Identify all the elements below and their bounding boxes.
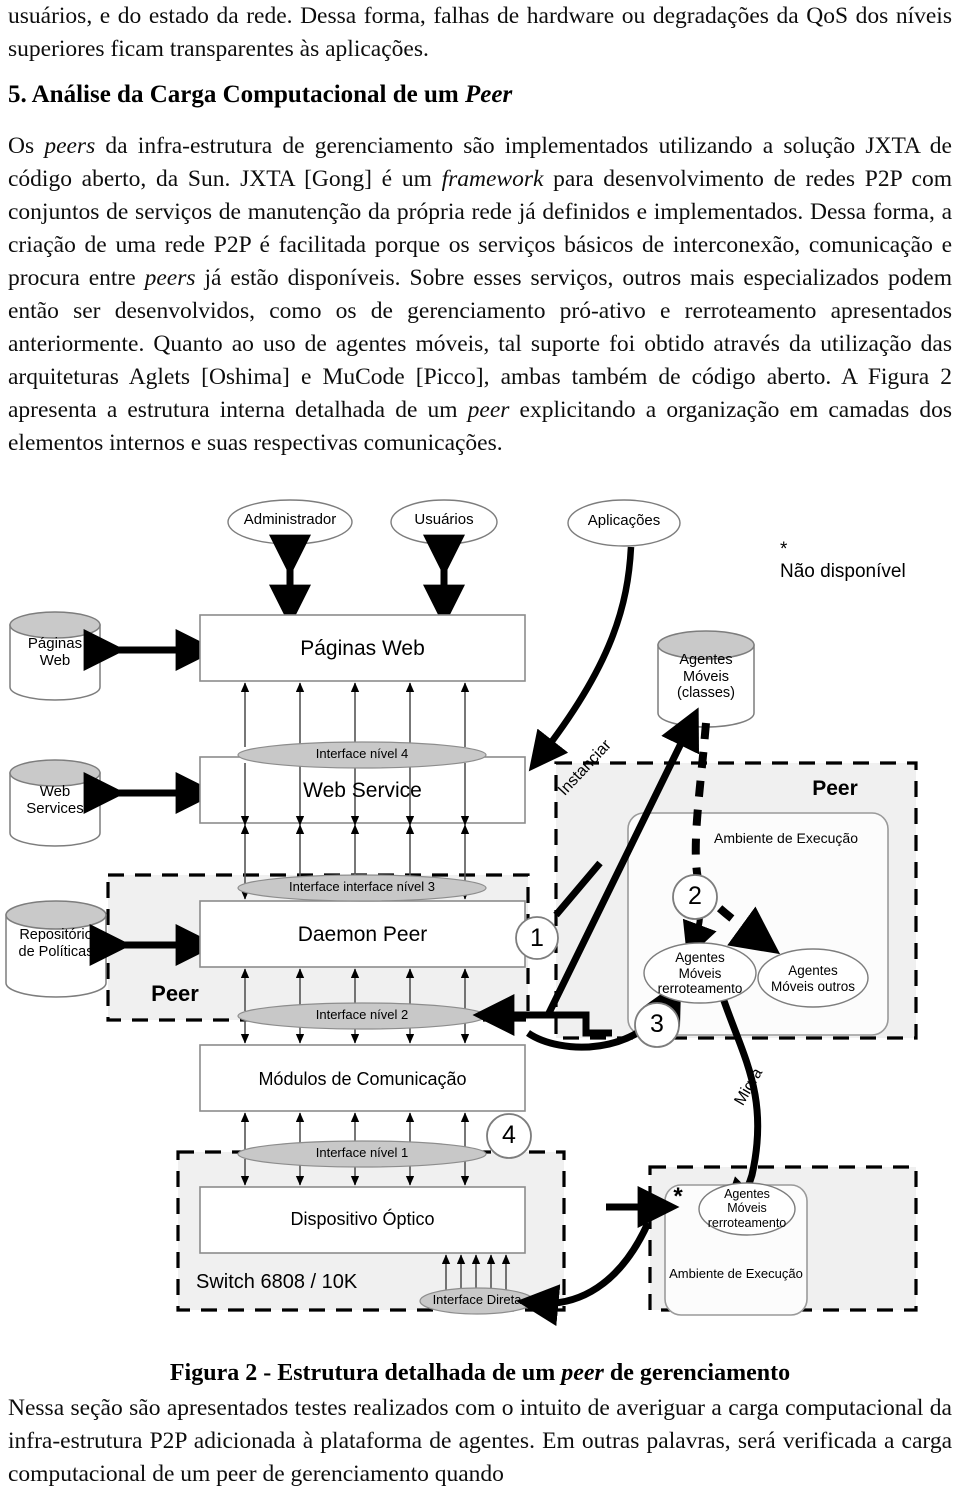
paragraph-body: Os peers da infra-estrutura de gerenciam… [8, 130, 952, 460]
legend-unavailable: * Não disponível [780, 517, 960, 583]
body-italic-1: peers [44, 133, 96, 159]
body-italic-2: framework [441, 166, 544, 192]
figure-caption: Figura 2 - Estrutura detalhada de um pee… [8, 1358, 952, 1388]
box-label-daemon-peer: Daemon Peer [297, 923, 428, 946]
body-seg-1: Os [8, 133, 45, 159]
figure-caption-part-1: Figura 2 - Estrutura detalhada de um [169, 1360, 562, 1386]
interface-label-nivel-4: Interface nível 4 [315, 746, 409, 761]
box-label-dispositivo-optico: Dispositivo Óptico [290, 1209, 435, 1229]
actor-administrador-label: Administrador [243, 511, 337, 528]
peer-label-right: Peer [812, 777, 858, 800]
step-marker-1: 1 [530, 924, 544, 952]
section-title: Análise da Carga Computacional de um [31, 81, 465, 108]
peer-label-left: Peer [151, 981, 199, 1006]
box-label-web-service: Web Service [303, 779, 422, 802]
cylinder-label-agentes-moveis-classes: Agentes Móveis (classes) [676, 652, 735, 702]
section-number: 5. [8, 81, 27, 108]
step-marker-2: 2 [688, 882, 702, 910]
paragraph-bottom: Nessa seção são apresentados testes real… [8, 1392, 952, 1491]
section-title-italic: Peer [465, 81, 513, 108]
figure-peer-structure: Administrador Usuários Aplicações * Não … [0, 495, 960, 1335]
interface-label-nivel-2: Interface nível 2 [315, 1007, 409, 1022]
cylinder-label-web-services: Web Services [26, 783, 84, 818]
interface-label-nivel-1: Interface nível 1 [315, 1145, 409, 1160]
figure-caption-italic: peer [561, 1360, 604, 1386]
arrow-aplicacoes-to-interface4 [528, 546, 635, 772]
actor-usuarios-label: Usuários [414, 511, 474, 528]
paragraph-bottom-text: Nessa seção são apresentados testes real… [8, 1395, 952, 1487]
actor-aplicacoes-label: Aplicações [587, 512, 661, 529]
paragraph-top: usuários, e do estado da rede. Dessa for… [8, 0, 952, 66]
box-label-modulos-comunicacao: Módulos de Comunicação [258, 1069, 467, 1089]
cylinder-label-repositorio-politicas: Repositório de Políticas [18, 927, 94, 960]
body-italic-3: peers [144, 265, 196, 291]
switch-label: Switch 6808 / 10K [196, 1271, 358, 1293]
agent-label-rerroteamento-bottom: Agentes Móveis rerroteamento [707, 1187, 787, 1230]
agent-label-outros: Agentes Móveis outros [770, 963, 856, 994]
step-marker-4: 4 [502, 1121, 516, 1149]
legend-text: Não disponível [780, 560, 906, 582]
body-italic-4: peer [467, 397, 510, 423]
interface-label-nivel-3: Interface interface nível 3 [289, 879, 435, 894]
legend-marker-icon: * [780, 538, 788, 560]
figure-caption-part-2: de gerenciamento [603, 1360, 791, 1386]
unavailable-marker-icon: * [673, 1183, 683, 1210]
cylinder-label-paginas-web: Páginas Web [27, 635, 83, 670]
ambiente-execucao-label-top: Ambiente de Execução [714, 830, 858, 846]
ambiente-execucao-label-bottom: Ambiente de Execução [669, 1266, 803, 1281]
paragraph-top-text: usuários, e do estado da rede. Dessa for… [8, 3, 952, 62]
step-marker-3: 3 [650, 1010, 664, 1038]
agent-label-rerroteamento-top: Agentes Móveis rerroteamento [657, 950, 743, 997]
section-heading: 5. Análise da Carga Computacional de um … [8, 80, 952, 110]
box-label-paginas-web: Páginas Web [300, 637, 425, 660]
interface-label-direta: Interface Direta [432, 1292, 522, 1307]
